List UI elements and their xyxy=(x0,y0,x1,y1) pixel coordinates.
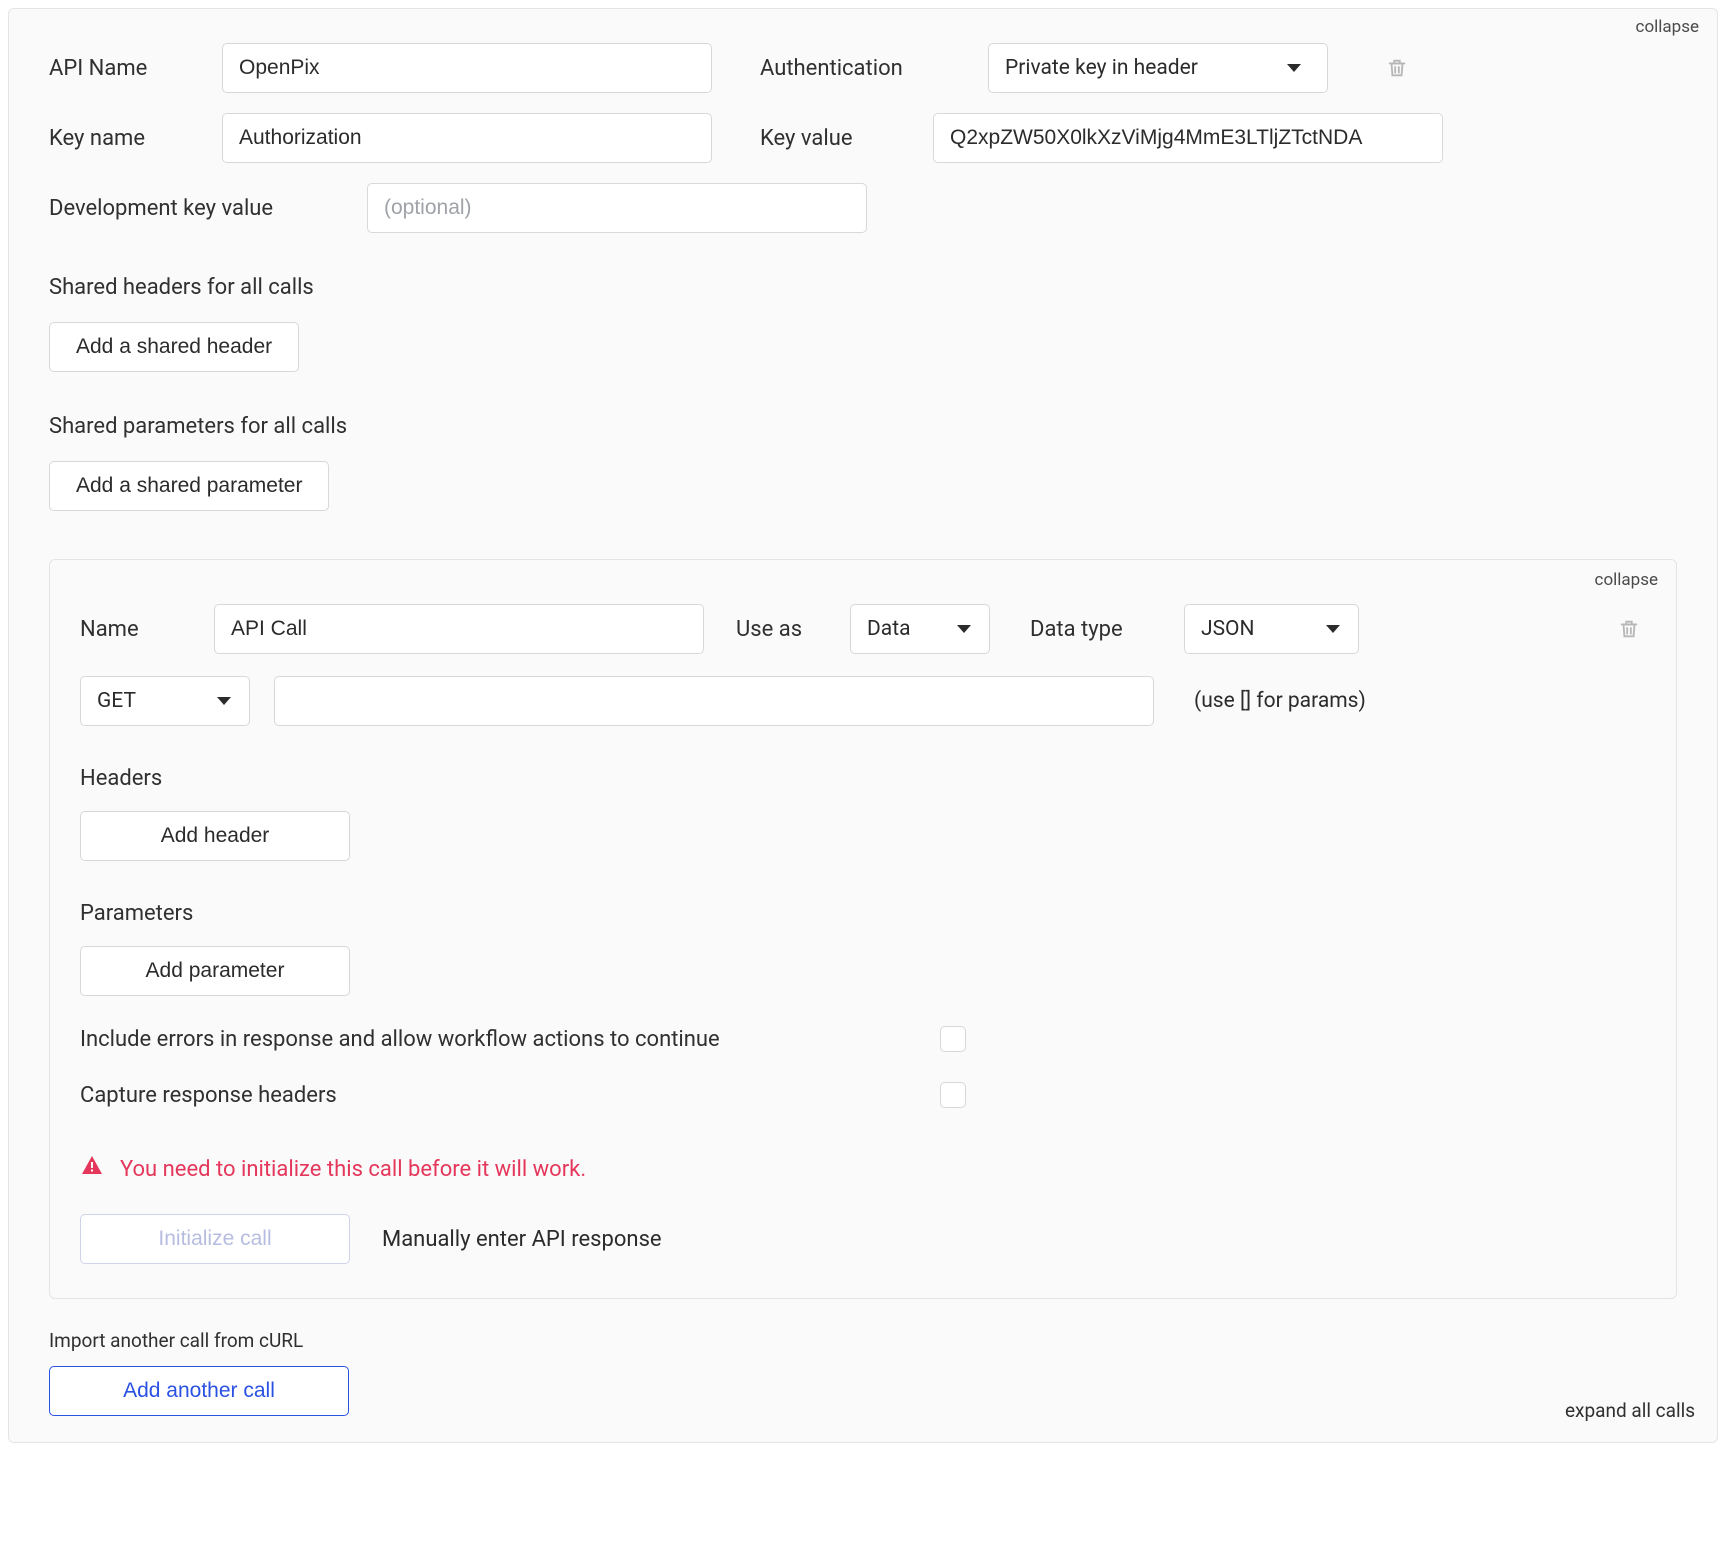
use-as-label: Use as xyxy=(736,617,826,642)
initialize-warning: You need to initialize this call before … xyxy=(80,1154,1646,1184)
url-hint: (use [] for params) xyxy=(1194,689,1366,713)
api-name-input[interactable] xyxy=(222,43,712,93)
key-name-label: Key name xyxy=(49,126,194,151)
include-errors-checkbox[interactable] xyxy=(940,1026,966,1052)
row-method-url: GET (use [] for params) xyxy=(80,676,1646,726)
data-type-label: Data type xyxy=(1030,617,1160,642)
dev-key-input[interactable] xyxy=(367,183,867,233)
http-method-select[interactable]: GET xyxy=(80,676,250,726)
add-header-button[interactable]: Add header xyxy=(80,811,350,861)
row-dev-key: Development key value xyxy=(49,183,1677,233)
add-shared-parameter-button[interactable]: Add a shared parameter xyxy=(49,461,329,511)
call-name-input[interactable] xyxy=(214,604,704,654)
delete-call-icon[interactable] xyxy=(1618,617,1640,641)
include-errors-label: Include errors in response and allow wor… xyxy=(80,1027,910,1052)
add-another-call-button[interactable]: Add another call xyxy=(49,1366,349,1416)
add-shared-header-button[interactable]: Add a shared header xyxy=(49,322,299,372)
parameters-title: Parameters xyxy=(80,901,1646,926)
api-name-label: API Name xyxy=(49,56,194,81)
use-as-select-value: Data xyxy=(867,617,911,641)
import-from-curl-link[interactable]: Import another call from cURL xyxy=(49,1329,1677,1352)
api-call-panel: collapse Name Use as Data Data type JSON xyxy=(49,559,1677,1299)
capture-headers-checkbox[interactable] xyxy=(940,1082,966,1108)
shared-headers-title: Shared headers for all calls xyxy=(49,275,1677,300)
collapse-call-link[interactable]: collapse xyxy=(1595,570,1658,590)
row-capture-headers: Capture response headers xyxy=(80,1082,1646,1108)
initialize-warning-text: You need to initialize this call before … xyxy=(120,1157,586,1182)
manual-enter-response-link[interactable]: Manually enter API response xyxy=(382,1227,662,1252)
headers-title: Headers xyxy=(80,766,1646,791)
call-name-label: Name xyxy=(80,617,190,642)
authentication-label: Authentication xyxy=(760,56,960,81)
url-input[interactable] xyxy=(274,676,1154,726)
row-call-name: Name Use as Data Data type JSON xyxy=(80,604,1646,654)
dev-key-label: Development key value xyxy=(49,196,339,221)
data-type-select[interactable]: JSON xyxy=(1184,604,1359,654)
key-name-input[interactable] xyxy=(222,113,712,163)
chevron-down-icon xyxy=(957,625,971,633)
initialize-call-button[interactable]: Initialize call xyxy=(80,1214,350,1264)
chevron-down-icon xyxy=(1326,625,1340,633)
capture-headers-label: Capture response headers xyxy=(80,1083,910,1108)
collapse-outer-link[interactable]: collapse xyxy=(1636,17,1699,37)
data-type-select-value: JSON xyxy=(1201,617,1254,641)
http-method-select-value: GET xyxy=(97,689,136,713)
warning-icon xyxy=(80,1154,104,1184)
key-value-label: Key value xyxy=(760,126,905,151)
expand-all-calls-link[interactable]: expand all calls xyxy=(1565,1399,1695,1422)
use-as-select[interactable]: Data xyxy=(850,604,990,654)
authentication-select-value: Private key in header xyxy=(1005,56,1198,80)
add-parameter-button[interactable]: Add parameter xyxy=(80,946,350,996)
authentication-select[interactable]: Private key in header xyxy=(988,43,1328,93)
chevron-down-icon xyxy=(1287,64,1301,72)
row-include-errors: Include errors in response and allow wor… xyxy=(80,1026,1646,1052)
chevron-down-icon xyxy=(217,697,231,705)
delete-api-icon[interactable] xyxy=(1386,56,1408,80)
shared-params-title: Shared parameters for all calls xyxy=(49,414,1677,439)
api-connector-panel: collapse API Name Authentication Private… xyxy=(8,8,1718,1443)
row-initialize: Initialize call Manually enter API respo… xyxy=(80,1214,1646,1264)
row-key-name-value: Key name Key value xyxy=(49,113,1677,163)
row-api-name-auth: API Name Authentication Private key in h… xyxy=(49,43,1677,93)
key-value-input[interactable] xyxy=(933,113,1443,163)
